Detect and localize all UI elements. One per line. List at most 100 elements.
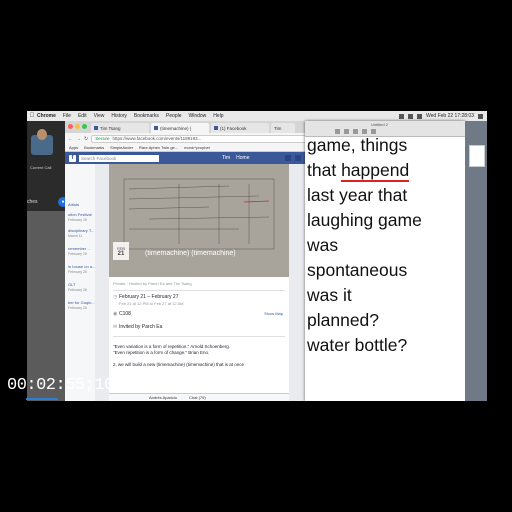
divider — [113, 290, 285, 291]
tab-timemachine[interactable]: (timemachine) ( — [151, 123, 209, 133]
facebook-logo-icon[interactable]: f — [69, 154, 76, 162]
menu-app[interactable]: Chrome — [37, 113, 56, 119]
nav-home[interactable]: Home — [236, 155, 249, 161]
invited-text: Invited by Parch Ea — [119, 324, 163, 330]
tab-strip: Tim Tsang (timemachine) ( (1) Facebook T… — [65, 121, 327, 133]
note-line: that happend — [307, 160, 410, 182]
event-cover-photo: FEB 21 (timemachine) (timemachine) — [109, 164, 289, 277]
maximize-icon[interactable] — [82, 124, 87, 129]
notes-window: Untitled 2 game, things that happend las… — [305, 121, 465, 401]
tab-tim-tsang[interactable]: Tim Tsang — [91, 123, 149, 133]
status-icon[interactable] — [399, 113, 404, 119]
show-map-link[interactable]: Show Map — [264, 311, 283, 316]
note-line: was — [307, 235, 339, 255]
apple-icon[interactable]:  — [27, 113, 37, 119]
tab-facebook[interactable]: (1) Facebook — [211, 123, 269, 133]
forward-icon[interactable]: → — [76, 136, 81, 142]
notes-body[interactable]: game, things that happend last year that… — [307, 135, 463, 358]
sidebar-item[interactable]: OLT — [68, 282, 75, 287]
messages-icon[interactable] — [295, 155, 301, 161]
tab-tim[interactable]: Tim — [271, 123, 295, 133]
sidebar-item[interactable]: remember ... — [68, 246, 91, 251]
facebook-header: f Search Facebook Tim Home — [65, 152, 327, 164]
sidebar-item-date: February 26 — [68, 218, 87, 222]
note-line: game, things — [307, 135, 408, 155]
screen-recording:  Chrome File Edit View History Bookmark… — [27, 111, 487, 401]
sidebar-item[interactable]: disciplinary T... — [68, 228, 94, 233]
url-text: https://www.facebook.com/events/1189193.… — [112, 136, 202, 141]
note-line: spontaneous — [307, 260, 408, 280]
bookmark-bookmarks[interactable]: Bookmarks — [84, 145, 104, 150]
menu-edit[interactable]: Edit — [78, 113, 87, 119]
facebook-icon — [214, 126, 218, 130]
battery-icon[interactable] — [417, 113, 422, 119]
misspelled-word: happend — [341, 160, 410, 182]
address-bar-row: ← → ↻ Secure https://www.facebook.com/ev… — [65, 133, 327, 144]
event-main: FEB 21 (timemachine) (timemachine) Priva… — [109, 164, 289, 401]
sidebar-item[interactable]: ber for Guqin... — [68, 300, 95, 305]
desktop-right — [465, 121, 487, 401]
minimize-icon[interactable] — [75, 124, 80, 129]
tab-label: Tim — [274, 125, 282, 131]
sidebar-item-date: February 26 — [68, 270, 87, 274]
note-line: was it — [307, 285, 352, 305]
bookmark-monk[interactable]: monk+prophet — [184, 145, 210, 150]
reload-icon[interactable]: ↻ — [84, 136, 88, 142]
event-location[interactable]: ◉ C108 — [113, 311, 131, 317]
video-timecode: 00:02:55;10 — [7, 376, 114, 395]
event-invited: ✉ Invited by Parch Ea — [113, 324, 162, 330]
event-date-sub: Feb 21 at 12 PM to Feb 27 at 12 AM — [119, 301, 183, 307]
date-sub-text: Feb 21 at 12 PM to Feb 27 at 12 AM — [119, 301, 184, 306]
bookmark-aphex[interactable]: Rare Aphex Twin ge... — [139, 145, 178, 150]
sidebar-item[interactable]: in house on a... — [68, 264, 95, 269]
facebook-search-input[interactable]: Search Facebook — [79, 154, 159, 162]
wifi-icon[interactable] — [408, 113, 413, 119]
chat-button[interactable]: Chat (79) — [189, 395, 206, 400]
event-date: ◷ February 21 – February 27 — [113, 294, 178, 300]
bookmark-apps[interactable]: Apps — [69, 145, 78, 150]
badge-day: 21 — [117, 250, 125, 257]
sidebar-item[interactable]: Artists — [68, 202, 79, 207]
url-input[interactable]: Secure https://www.facebook.com/events/1… — [91, 134, 317, 143]
chat-bar: Andrés Aparicio Chat (79) — [109, 393, 289, 401]
call-status: Current Call — [30, 165, 52, 170]
note-line: laughing game — [307, 210, 422, 230]
facebook-icon — [94, 126, 98, 130]
menu-history[interactable]: History — [111, 113, 127, 119]
tab-label: (timemachine) ( — [160, 125, 192, 131]
menu-file[interactable]: File — [63, 113, 71, 119]
sidebar-item-date: March 11 — [68, 234, 83, 238]
back-icon[interactable]: ← — [68, 136, 73, 142]
menu-people[interactable]: People — [166, 113, 182, 119]
nav-user[interactable]: Tim — [222, 155, 230, 161]
sidebar-item-date: February 26 — [68, 288, 87, 292]
window-controls — [68, 124, 87, 129]
menubar-clock[interactable]: Wed Feb 22 17:28:03 — [426, 113, 474, 119]
chat-user[interactable]: Andrés Aparicio — [149, 395, 177, 400]
bookmark-simpleander[interactable]: SimpleAnder — [110, 145, 133, 150]
note-line: planned? — [307, 310, 380, 330]
timecode-progress — [26, 398, 58, 400]
menu-help[interactable]: Help — [213, 113, 223, 119]
menu-bookmarks[interactable]: Bookmarks — [134, 113, 159, 119]
sidebar-item-date: February 26 — [68, 252, 87, 256]
event-title: (timemachine) (timemachine) — [145, 250, 236, 257]
event-description: "Even variation is a form of repetition.… — [113, 344, 244, 368]
mac-menubar:  Chrome File Edit View History Bookmark… — [27, 111, 487, 121]
document-thumbnail[interactable] — [469, 145, 485, 167]
menu-window[interactable]: Window — [189, 113, 207, 119]
quote-line: 2, we will build a new (timemachine) (ti… — [113, 362, 245, 367]
facebook-body: Artists ution Festival February 26 disci… — [65, 164, 327, 401]
sidebar-item-date: February 26 — [68, 306, 87, 310]
close-icon[interactable] — [68, 124, 73, 129]
facebook-icon — [154, 126, 158, 130]
search-icon[interactable] — [478, 113, 483, 119]
caller-avatar — [37, 129, 47, 140]
event-date-badge: FEB 21 — [113, 242, 129, 260]
sidebar-item[interactable]: ution Festival — [68, 212, 92, 217]
events-sidebar: Artists ution Festival February 26 disci… — [65, 164, 95, 401]
friends-icon[interactable] — [285, 155, 291, 161]
notes-window-title: Untitled 2 — [371, 122, 388, 127]
menu-view[interactable]: View — [94, 113, 105, 119]
chrome-window: Tim Tsang (timemachine) ( (1) Facebook T… — [65, 121, 327, 401]
